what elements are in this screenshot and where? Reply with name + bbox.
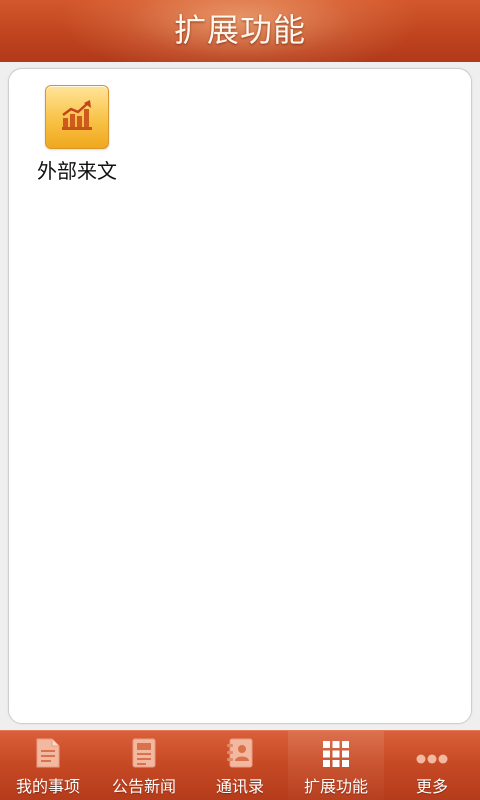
more-dots-icon bbox=[384, 731, 480, 769]
tab-announcements-news[interactable]: 公告新闻 bbox=[96, 731, 192, 800]
tab-extended-features[interactable]: 扩展功能 bbox=[288, 731, 384, 800]
tab-label: 公告新闻 bbox=[111, 777, 176, 796]
content-panel: 外部来文 bbox=[8, 68, 472, 724]
tab-my-items[interactable]: 我的事项 bbox=[0, 731, 96, 800]
tab-label: 扩展功能 bbox=[303, 777, 368, 796]
page-title: 扩展功能 bbox=[173, 11, 306, 49]
contacts-book-icon bbox=[192, 731, 288, 769]
tab-contacts[interactable]: 通讯录 bbox=[192, 731, 288, 800]
title-bar: 扩展功能 bbox=[0, 0, 480, 62]
newspaper-icon bbox=[96, 731, 192, 769]
bottom-tab-bar: 我的事项 公告新闻 通讯录 扩展功能 更多 bbox=[0, 730, 480, 800]
tab-label: 我的事项 bbox=[15, 777, 80, 796]
document-icon bbox=[0, 731, 96, 769]
bar-chart-growth-icon bbox=[45, 85, 109, 149]
grid-icon bbox=[288, 731, 384, 769]
tab-label: 通讯录 bbox=[215, 777, 264, 796]
tab-more[interactable]: 更多 bbox=[384, 731, 480, 800]
app-tile-label: 外部来文 bbox=[37, 159, 117, 183]
app-screen: 扩展功能 外部来文 我的事项 公告新闻 通讯录 扩展功能 更多 bbox=[0, 0, 480, 800]
app-tile-external-documents[interactable]: 外部来文 bbox=[35, 85, 119, 184]
tab-label: 更多 bbox=[415, 777, 448, 796]
